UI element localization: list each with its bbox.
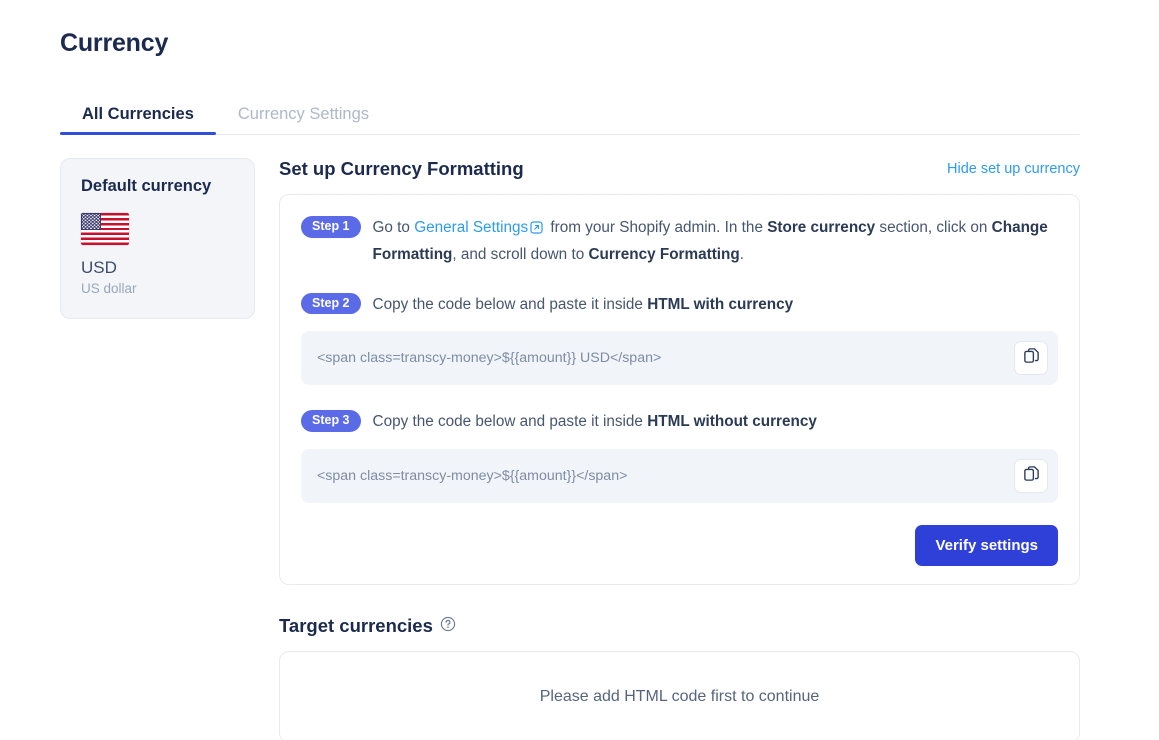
- step-2-prefix: Copy the code below and paste it inside: [372, 295, 648, 313]
- copy-button-without-currency[interactable]: [1014, 459, 1048, 494]
- target-currencies-header: Target currencies: [279, 615, 1080, 637]
- step-2-row: Step 2 Copy the code below and paste it …: [301, 292, 1058, 318]
- step-3-row: Step 3 Copy the code below and paste it …: [301, 409, 1058, 435]
- setup-panel: Step 1 Go to General Settings from your …: [279, 194, 1080, 586]
- target-currencies-empty-state: Please add HTML code first to continue: [279, 651, 1080, 740]
- step-1-mid-2: section, click on: [875, 219, 992, 236]
- copy-icon: [1023, 347, 1040, 369]
- step-1-bold-currency-formatting: Currency Formatting: [588, 245, 740, 263]
- tab-all-currencies[interactable]: All Currencies: [60, 105, 216, 135]
- copy-button-with-currency[interactable]: [1014, 341, 1048, 376]
- tab-currency-settings[interactable]: Currency Settings: [216, 105, 391, 135]
- help-circle-icon[interactable]: [440, 616, 456, 637]
- step-2-text: Copy the code below and paste it inside …: [373, 292, 794, 318]
- us-flag-icon: [81, 213, 129, 245]
- code-text-with-currency[interactable]: <span class=transcy-money>${{amount}} US…: [317, 350, 661, 366]
- hide-setup-currency-link[interactable]: Hide set up currency: [947, 161, 1080, 177]
- default-currency-name: US dollar: [81, 281, 137, 296]
- setup-column: Set up Currency Formatting Hide set up c…: [279, 158, 1080, 740]
- page-title: Currency: [60, 29, 169, 57]
- panel-footer: Verify settings: [301, 525, 1058, 567]
- external-link-icon[interactable]: [530, 218, 543, 243]
- currency-page: Currency All Currencies Currency Setting…: [0, 0, 1159, 740]
- default-currency-card: Default currency USD US dollar: [60, 158, 255, 319]
- step-3-bold-html-without-currency: HTML without currency: [647, 413, 817, 431]
- step-1-suffix: .: [739, 245, 744, 263]
- step-2-badge: Step 2: [301, 292, 361, 315]
- step-1-badge: Step 1: [301, 216, 361, 238]
- verify-settings-button[interactable]: Verify settings: [915, 525, 1058, 567]
- copy-icon: [1023, 465, 1040, 487]
- step-2-bold-html-with-currency: HTML with currency: [647, 295, 794, 313]
- code-block-with-currency: <span class=transcy-money>${{amount}} US…: [301, 331, 1058, 386]
- tab-bar: All Currencies Currency Settings: [60, 94, 1080, 135]
- content-area: Default currency USD US dollar Set up Cu…: [60, 158, 1080, 740]
- target-currencies-heading: Target currencies: [279, 615, 433, 637]
- code-block-without-currency: <span class=transcy-money>${{amount}}</s…: [301, 449, 1058, 504]
- step-3-badge: Step 3: [301, 410, 361, 432]
- step-1-mid-1: from your Shopify admin. In the: [546, 219, 768, 236]
- setup-heading: Set up Currency Formatting: [279, 158, 524, 179]
- default-currency-heading: Default currency: [81, 177, 212, 195]
- empty-state-message: Please add HTML code first to continue: [539, 688, 820, 706]
- step-1-text: Go to General Settings from your Shopify…: [373, 215, 1058, 268]
- code-text-without-currency[interactable]: <span class=transcy-money>${{amount}}</s…: [317, 468, 627, 484]
- step-1-prefix: Go to: [372, 219, 415, 236]
- step-3-prefix: Copy the code below and paste it inside: [372, 413, 648, 431]
- step-1-row: Step 1 Go to General Settings from your …: [301, 215, 1058, 268]
- step-3-text: Copy the code below and paste it inside …: [373, 409, 817, 435]
- step-1-bold-store-currency: Store currency: [767, 219, 876, 236]
- general-settings-link[interactable]: General Settings: [414, 219, 528, 236]
- step-1-mid-3: , and scroll down to: [452, 245, 589, 263]
- flag-stars: [82, 214, 100, 229]
- default-currency-code: USD: [81, 258, 117, 277]
- setup-header: Set up Currency Formatting Hide set up c…: [279, 158, 1080, 180]
